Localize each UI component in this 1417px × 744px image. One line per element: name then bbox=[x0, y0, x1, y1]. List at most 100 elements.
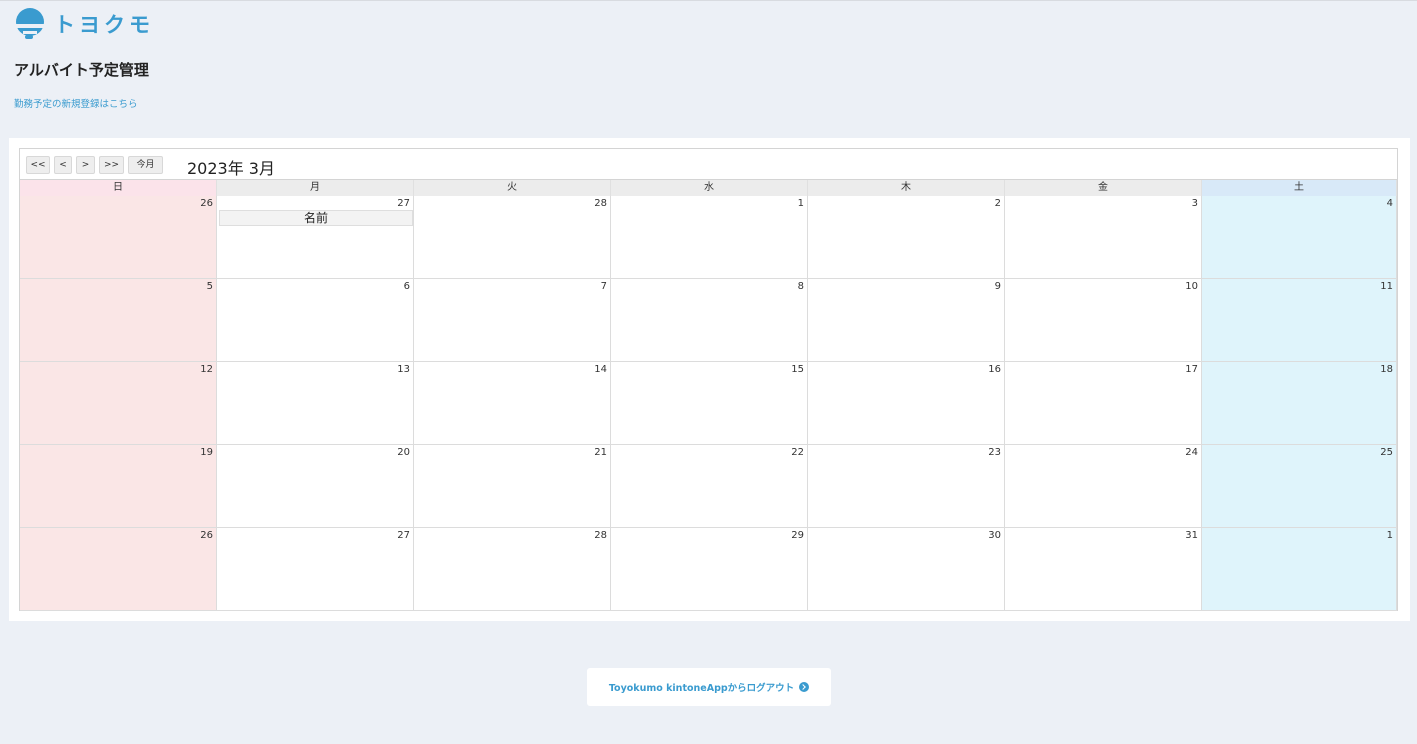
day-number: 6 bbox=[403, 281, 410, 292]
weekday-header-sun: 日 bbox=[20, 180, 217, 196]
calendar-week: 26 27 28 29 30 31 1 bbox=[20, 528, 1397, 611]
calendar-day-cell[interactable]: 1 bbox=[611, 196, 808, 278]
day-number: 5 bbox=[206, 281, 213, 292]
weekday-header: 日月火水木金土 bbox=[20, 180, 1397, 196]
calendar-week: 19 20 21 22 23 24 25 bbox=[20, 445, 1397, 528]
logout-button[interactable]: Toyokumo kintoneAppからログアウト bbox=[587, 668, 831, 706]
first-month-button[interactable]: << bbox=[26, 156, 50, 174]
calendar-day-cell[interactable]: 26 bbox=[20, 196, 217, 278]
calendar-day-cell[interactable]: 26 bbox=[20, 528, 217, 610]
brand-logo[interactable]: トヨクモ bbox=[14, 8, 154, 40]
day-number: 2 bbox=[994, 198, 1001, 209]
next-month-button[interactable]: > bbox=[76, 156, 95, 174]
day-number: 18 bbox=[1380, 364, 1393, 375]
calendar-day-cell[interactable]: 31 bbox=[1005, 528, 1202, 610]
this-month-button[interactable]: 今月 bbox=[128, 156, 163, 174]
brand-name: トヨクモ bbox=[54, 13, 154, 37]
weekday-header-mon: 月 bbox=[217, 180, 414, 196]
calendar-day-cell[interactable]: 22 bbox=[611, 445, 808, 527]
weekday-header-sat: 土 bbox=[1202, 180, 1397, 196]
calendar-day-cell[interactable]: 15 bbox=[611, 362, 808, 444]
calendar-day-cell[interactable]: 8 bbox=[611, 279, 808, 361]
day-number: 9 bbox=[994, 281, 1001, 292]
calendar-day-cell[interactable]: 17 bbox=[1005, 362, 1202, 444]
day-number: 20 bbox=[397, 447, 410, 458]
day-number: 7 bbox=[600, 281, 607, 292]
calendar-event[interactable]: 名前 bbox=[219, 210, 413, 226]
day-number: 8 bbox=[797, 281, 804, 292]
calendar-day-cell[interactable]: 27 名前 bbox=[217, 196, 414, 278]
calendar-panel: << < > >> 今月 2023年 3月 日月火水木金土 26 27 名前 28 1 2… bbox=[9, 138, 1410, 621]
calendar-day-cell[interactable]: 21 bbox=[414, 445, 611, 527]
calendar-day-cell[interactable]: 2 bbox=[808, 196, 1005, 278]
day-number: 31 bbox=[1185, 530, 1198, 541]
day-number: 1 bbox=[1386, 530, 1393, 541]
calendar-week: 12 13 14 15 16 17 18 bbox=[20, 362, 1397, 445]
day-number: 13 bbox=[397, 364, 410, 375]
calendar-day-cell[interactable]: 13 bbox=[217, 362, 414, 444]
weekday-header-wed: 水 bbox=[611, 180, 808, 196]
day-number: 15 bbox=[791, 364, 804, 375]
calendar-day-cell[interactable]: 18 bbox=[1202, 362, 1397, 444]
month-title: 2023年 3月 bbox=[187, 159, 275, 178]
top-divider bbox=[0, 0, 1417, 1]
day-number: 24 bbox=[1185, 447, 1198, 458]
day-number: 14 bbox=[594, 364, 607, 375]
calendar-week: 5 6 7 8 9 10 11 bbox=[20, 279, 1397, 362]
day-number: 28 bbox=[594, 530, 607, 541]
toyokumo-cloud-icon bbox=[16, 8, 44, 39]
day-number: 1 bbox=[797, 198, 804, 209]
day-number: 23 bbox=[988, 447, 1001, 458]
calendar-toolbar: << < > >> 今月 2023年 3月 bbox=[20, 149, 1397, 180]
day-number: 3 bbox=[1191, 198, 1198, 209]
chevron-right-circle-icon bbox=[799, 682, 810, 692]
day-number: 30 bbox=[988, 530, 1001, 541]
calendar-day-cell[interactable]: 4 bbox=[1202, 196, 1397, 278]
day-number: 27 bbox=[397, 530, 410, 541]
calendar-day-cell[interactable]: 20 bbox=[217, 445, 414, 527]
day-number: 27 bbox=[397, 198, 410, 209]
calendar: << < > >> 今月 2023年 3月 日月火水木金土 26 27 名前 28 1 2… bbox=[19, 148, 1398, 611]
day-number: 12 bbox=[200, 364, 213, 375]
calendar-day-cell[interactable]: 24 bbox=[1005, 445, 1202, 527]
day-number: 21 bbox=[594, 447, 607, 458]
prev-month-button[interactable]: < bbox=[54, 156, 72, 174]
weekday-header-thu: 木 bbox=[808, 180, 1005, 196]
calendar-day-cell[interactable]: 19 bbox=[20, 445, 217, 527]
calendar-day-cell[interactable]: 30 bbox=[808, 528, 1005, 610]
calendar-day-cell[interactable]: 6 bbox=[217, 279, 414, 361]
day-number: 22 bbox=[791, 447, 804, 458]
weekday-header-tue: 火 bbox=[414, 180, 611, 196]
calendar-day-cell[interactable]: 1 bbox=[1202, 528, 1397, 610]
last-month-button[interactable]: >> bbox=[99, 156, 124, 174]
day-number: 17 bbox=[1185, 364, 1198, 375]
calendar-day-cell[interactable]: 29 bbox=[611, 528, 808, 610]
day-number: 19 bbox=[200, 447, 213, 458]
day-number: 4 bbox=[1386, 198, 1393, 209]
day-number: 28 bbox=[594, 198, 607, 209]
day-number: 16 bbox=[988, 364, 1001, 375]
calendar-day-cell[interactable]: 14 bbox=[414, 362, 611, 444]
day-number: 11 bbox=[1380, 281, 1393, 292]
calendar-day-cell[interactable]: 11 bbox=[1202, 279, 1397, 361]
new-schedule-link[interactable]: 勤務予定の新規登録はこちら bbox=[14, 96, 138, 110]
calendar-day-cell[interactable]: 28 bbox=[414, 528, 611, 610]
calendar-day-cell[interactable]: 16 bbox=[808, 362, 1005, 444]
calendar-day-cell[interactable]: 9 bbox=[808, 279, 1005, 361]
calendar-day-cell[interactable]: 25 bbox=[1202, 445, 1397, 527]
logout-label: Toyokumo kintoneAppからログアウト bbox=[608, 683, 795, 694]
day-number: 26 bbox=[200, 198, 213, 209]
calendar-day-cell[interactable]: 3 bbox=[1005, 196, 1202, 278]
calendar-day-cell[interactable]: 27 bbox=[217, 528, 414, 610]
page-title: アルバイト予定管理 bbox=[14, 61, 149, 79]
day-number: 25 bbox=[1380, 447, 1393, 458]
calendar-day-cell[interactable]: 23 bbox=[808, 445, 1005, 527]
day-number: 29 bbox=[791, 530, 804, 541]
calendar-day-cell[interactable]: 12 bbox=[20, 362, 217, 444]
calendar-day-cell[interactable]: 7 bbox=[414, 279, 611, 361]
calendar-day-cell[interactable]: 10 bbox=[1005, 279, 1202, 361]
calendar-day-cell[interactable]: 28 bbox=[414, 196, 611, 278]
calendar-day-cell[interactable]: 5 bbox=[20, 279, 217, 361]
weekday-header-fri: 金 bbox=[1005, 180, 1202, 196]
calendar-week: 26 27 名前 28 1 2 3 4 bbox=[20, 196, 1397, 279]
